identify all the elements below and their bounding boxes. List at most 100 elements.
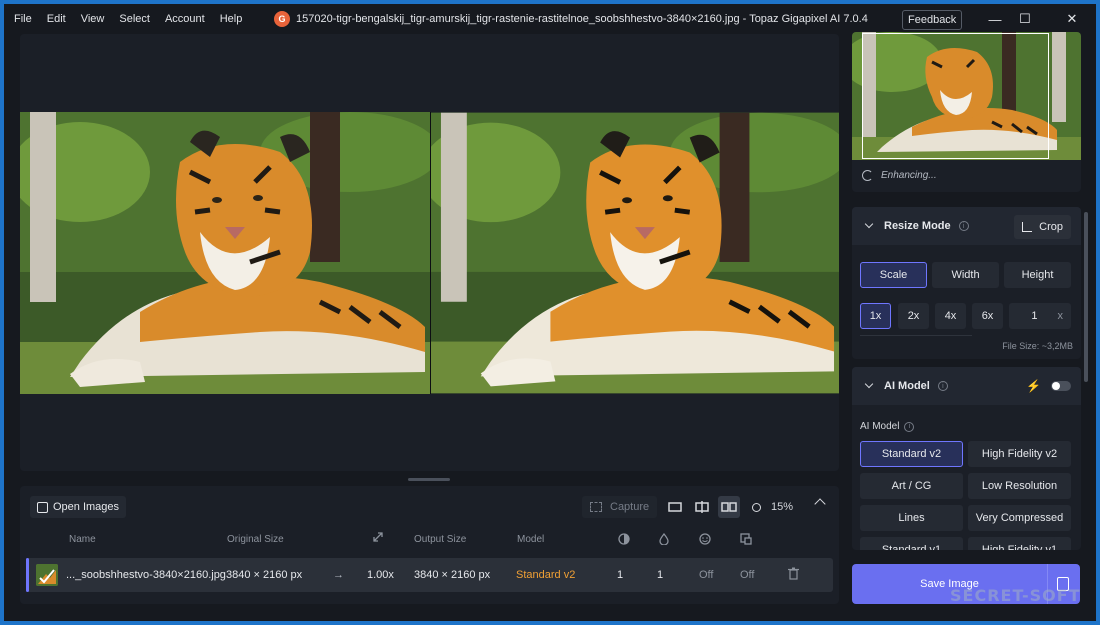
menu-help[interactable]: Help xyxy=(220,13,243,25)
maximize-icon[interactable]: ☐ xyxy=(1015,9,1035,29)
crop-icon xyxy=(1022,222,1033,232)
capture-icon xyxy=(590,502,602,512)
divider xyxy=(860,335,972,336)
window-title-text: 157020-tigr-bengalskij_tigr-amurskij_tig… xyxy=(296,13,868,25)
zoom-control[interactable]: 15% xyxy=(752,496,793,518)
resize-mode-card: Resize Mode i Crop Scale Width Height 1x… xyxy=(852,207,1081,359)
face-recovery-icon xyxy=(699,533,711,548)
arrow-right-icon: → xyxy=(333,569,344,581)
capture-label: Capture xyxy=(610,501,650,513)
ai-model-subtitle-text: AI Model xyxy=(860,421,900,432)
scale-2x-button[interactable]: 2x xyxy=(898,303,929,329)
app-window: File Edit View Select Account Help G 157… xyxy=(4,4,1096,621)
close-icon[interactable]: ✕ xyxy=(1062,9,1082,29)
resize-mode-title: Resize Mode xyxy=(884,220,951,232)
row-scale: 1.00x xyxy=(367,569,394,581)
model-lines-button[interactable]: Lines xyxy=(860,505,963,531)
ai-model-toggle[interactable] xyxy=(1051,381,1071,391)
model-standard-v2-button[interactable]: Standard v2 xyxy=(860,441,963,467)
single-view-icon xyxy=(668,502,682,512)
watermark: SECRET-SOFT xyxy=(950,586,1081,605)
menu-account[interactable]: Account xyxy=(165,13,205,25)
split-view-icon xyxy=(695,501,709,513)
header-name[interactable]: Name xyxy=(69,534,96,545)
custom-scale-input[interactable]: 1 x xyxy=(1009,303,1071,329)
model-low-resolution-button[interactable]: Low Resolution xyxy=(968,473,1071,499)
zoom-level: 15% xyxy=(771,501,794,513)
tiger-original-image xyxy=(20,112,430,394)
spinner-icon xyxy=(862,170,873,181)
chevron-down-icon[interactable] xyxy=(864,379,874,389)
ai-model-card: AI Model i ⚡ AI Model i Standard v2 High… xyxy=(852,367,1081,550)
info-icon[interactable]: i xyxy=(958,221,969,231)
capture-button[interactable]: Capture xyxy=(582,496,658,518)
gamma-icon xyxy=(740,533,752,548)
resize-mode-header[interactable]: Resize Mode i Crop xyxy=(852,207,1081,245)
enhanced-image xyxy=(431,112,839,394)
settings-scrollbar[interactable] xyxy=(1084,212,1088,382)
chevron-down-icon[interactable] xyxy=(864,219,874,229)
window-title: G 157020-tigr-bengalskij_tigr-amurskij_t… xyxy=(274,11,868,27)
ai-model-subtitle: AI Model i xyxy=(860,421,915,432)
model-standard-v1-button[interactable]: Standard v1 xyxy=(860,537,963,550)
row-model: Standard v2 xyxy=(516,569,576,581)
open-images-button[interactable]: Open Images xyxy=(30,496,127,518)
selected-indicator xyxy=(26,558,29,592)
image-list-panel: Open Images Capture 15% Name Original Si… xyxy=(20,486,839,604)
crop-button[interactable]: Crop xyxy=(1014,215,1071,239)
enhancing-status: Enhancing... xyxy=(862,170,937,181)
info-icon[interactable]: i xyxy=(904,421,915,432)
minimize-icon[interactable]: — xyxy=(985,9,1005,29)
menu-select[interactable]: Select xyxy=(119,13,150,25)
navigator-viewport[interactable] xyxy=(862,33,1049,159)
side-by-side-icon xyxy=(721,502,737,512)
trash-icon[interactable] xyxy=(788,567,799,583)
collapse-panel-icon[interactable] xyxy=(814,498,826,510)
crop-label: Crop xyxy=(1039,221,1063,233)
model-very-compressed-button[interactable]: Very Compressed xyxy=(968,505,1071,531)
panel-resize-handle[interactable] xyxy=(408,478,450,481)
scale-4x-button[interactable]: 4x xyxy=(935,303,966,329)
mode-width-button[interactable]: Width xyxy=(932,262,999,288)
info-icon[interactable]: i xyxy=(937,381,948,391)
menu-view[interactable]: View xyxy=(81,13,105,25)
row-sharpen-value: 1 xyxy=(657,569,664,581)
row-gamma-value: Off xyxy=(740,569,755,581)
ai-model-header[interactable]: AI Model i ⚡ xyxy=(852,367,1081,405)
row-denoise-value: 1 xyxy=(617,569,624,581)
scale-1x-button[interactable]: 1x xyxy=(860,303,891,329)
open-images-label: Open Images xyxy=(53,501,120,513)
header-original-size[interactable]: Original Size xyxy=(227,534,284,545)
zoom-icon xyxy=(752,502,761,512)
navigator-image[interactable] xyxy=(852,32,1081,160)
sharpen-drop-icon xyxy=(659,532,669,548)
mode-scale-button[interactable]: Scale xyxy=(860,262,927,288)
mode-height-button[interactable]: Height xyxy=(1004,262,1071,288)
model-art-cg-button[interactable]: Art / CG xyxy=(860,473,963,499)
single-view-button[interactable] xyxy=(664,496,686,518)
lightning-icon[interactable]: ⚡ xyxy=(1026,379,1041,393)
preview-panel[interactable] xyxy=(20,34,839,471)
row-face-recovery-value: Off xyxy=(699,569,714,581)
split-view-button[interactable] xyxy=(691,496,713,518)
side-by-side-view-button[interactable] xyxy=(718,496,740,518)
ai-model-title: AI Model xyxy=(884,380,930,392)
model-high-fidelity-v2-button[interactable]: High Fidelity v2 xyxy=(968,441,1071,467)
feedback-button[interactable]: Feedback xyxy=(902,10,963,30)
table-header: Name Original Size Output Size Model xyxy=(20,530,839,550)
menu-edit[interactable]: Edit xyxy=(47,13,66,25)
image-thumbnail xyxy=(36,564,58,586)
table-row[interactable]: ..._soobshhestvo-3840×2160.jpg 3840 × 21… xyxy=(26,558,833,592)
scale-6x-button[interactable]: 6x xyxy=(972,303,1003,329)
model-high-fidelity-v1-button[interactable]: High Fidelity v1 xyxy=(968,537,1071,550)
file-size: File Size: ~3,2MB xyxy=(1002,341,1073,351)
menu-file[interactable]: File xyxy=(14,13,32,25)
header-output-size[interactable]: Output Size xyxy=(414,534,466,545)
gigapixel-logo-icon: G xyxy=(274,11,290,27)
resize-arrows-icon xyxy=(372,531,384,546)
header-model[interactable]: Model xyxy=(517,534,544,545)
denoise-icon xyxy=(618,533,630,548)
row-output-size: 3840 × 2160 px xyxy=(414,569,491,581)
enhancing-label: Enhancing... xyxy=(881,170,937,181)
menu-bar: File Edit View Select Account Help xyxy=(14,13,257,25)
